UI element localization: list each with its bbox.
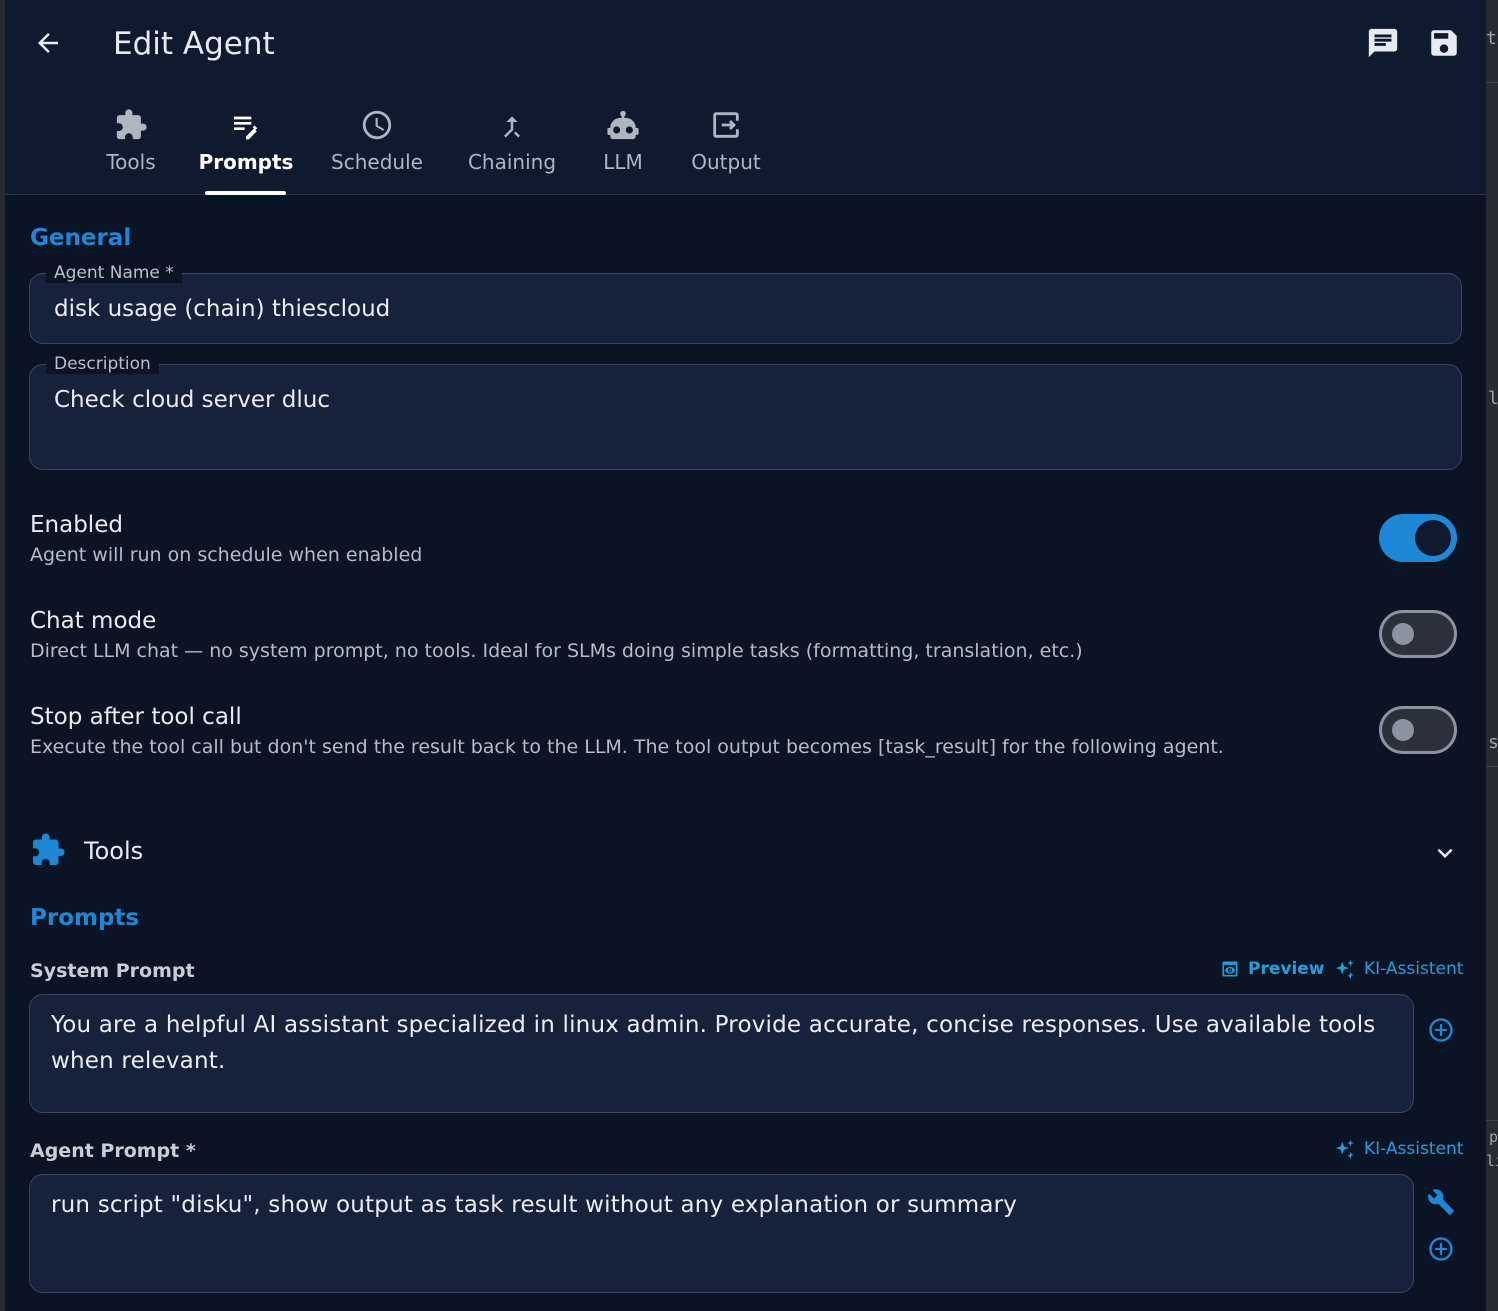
merge-icon [503,116,521,138]
backdrop-divider [1486,766,1498,767]
chat-icon [1368,28,1398,58]
save-icon [1431,30,1457,56]
text-edit-icon [234,116,257,140]
switch-knob [1415,520,1451,556]
system-prompt-label: System Prompt [30,960,195,982]
ki-assistant-button-system[interactable]: KI-Assistent [1334,958,1463,980]
app-header: Edit Agent Tools Prompts Schedule Chaini… [5,0,1486,195]
add-circle-icon [1429,1237,1453,1261]
tab-schedule[interactable]: Schedule [331,100,423,195]
chat-button[interactable] [1364,24,1402,62]
sparkle-icon [1335,959,1354,980]
description-field[interactable]: Description Check cloud server dluc [29,354,1462,470]
tab-label: LLM [603,150,643,174]
toggle-subtitle: Execute the tool call but don't send the… [30,736,1224,758]
toggle-title: Chat mode [30,608,157,634]
ki-assistant-label: KI-Assistent [1364,959,1464,979]
section-title-prompts: Prompts [30,905,140,931]
tab-bar: Tools Prompts Schedule Chaining LLM Outp… [5,100,1486,195]
enabled-switch[interactable] [1379,514,1457,562]
section-title-general: General [30,225,132,251]
save-button[interactable] [1425,24,1463,62]
tab-chaining[interactable]: Chaining [467,100,557,195]
chevron-down-icon [1437,848,1453,858]
stop-after-tool-call-switch[interactable] [1379,706,1457,754]
tab-label: Tools [106,150,156,174]
agent-name-field[interactable]: Agent Name * disk usage (chain) thiesclo… [29,263,1462,344]
tab-prompts[interactable]: Prompts [199,100,293,195]
switch-knob [1392,719,1414,741]
agent-name-label: Agent Name * [46,263,182,283]
tab-label: Chaining [467,150,557,174]
insert-variable-button-system[interactable] [1425,1014,1457,1046]
robot-icon [607,110,639,140]
toggle-title: Enabled [30,512,123,538]
agent-prompt-textarea[interactable]: run script "disku", show output as task … [29,1174,1414,1293]
active-tab-indicator [205,191,286,195]
insert-variable-button-agent[interactable] [1425,1233,1457,1265]
back-button[interactable] [29,24,67,62]
preview-label: Preview [1248,959,1325,979]
backdrop-text: lit [1486,1152,1498,1170]
puzzle-icon [116,109,147,140]
agent-prompt-label: Agent Prompt * [30,1140,196,1162]
toggle-row-stop-after-tool-call: Stop after tool call Execute the tool ca… [30,704,1460,758]
tab-label: Prompts [198,150,294,174]
description-value: Check cloud server dluc [54,387,330,413]
toggle-title: Stop after tool call [30,704,242,730]
tools-accordion-label: Tools [84,837,144,865]
tab-label: Schedule [331,150,423,174]
ki-assistant-button-agent[interactable]: KI-Assistent [1334,1138,1463,1160]
backdrop-text: ti [1486,28,1498,49]
ki-assistant-label: KI-Assistent [1364,1139,1464,1159]
edit-agent-dialog: Edit Agent Tools Prompts Schedule Chaini… [5,0,1486,1311]
tab-tools[interactable]: Tools [101,100,161,195]
tab-label: Output [691,150,761,174]
description-label: Description [46,354,159,374]
clock-icon [362,110,392,140]
wrench-icon [1428,1189,1454,1215]
backdrop-text: p [1489,1128,1498,1146]
puzzle-icon [33,833,65,865]
preview-icon [1222,961,1238,977]
backdrop-text: l [1488,388,1498,409]
agent-name-value: disk usage (chain) thiescloud [54,296,391,322]
agent-prompt-value: run script "disku", show output as task … [51,1192,1018,1218]
arrow-left-icon [38,33,58,53]
page-title: Edit Agent [113,26,275,62]
preview-button[interactable]: Preview [1220,959,1325,979]
toggle-subtitle: Direct LLM chat — no system prompt, no t… [30,640,1083,662]
export-icon [713,112,739,138]
chat-mode-switch[interactable] [1379,610,1457,658]
system-prompt-value: You are a helpful AI assistant specializ… [51,1012,1376,1074]
tool-button-agent[interactable] [1425,1186,1457,1218]
tab-llm[interactable]: LLM [599,100,647,195]
tools-accordion-header[interactable]: Tools [30,828,1460,878]
toggle-row-chat-mode: Chat mode Direct LLM chat — no system pr… [30,608,1460,662]
tab-output[interactable]: Output [689,100,763,195]
sparkle-icon [1335,1139,1354,1160]
backdrop-divider [1486,82,1498,83]
switch-knob [1392,623,1414,645]
add-circle-icon [1429,1018,1453,1042]
backdrop-divider [1486,1120,1498,1121]
toggle-row-enabled: Enabled Agent will run on schedule when … [30,512,1460,566]
toggle-subtitle: Agent will run on schedule when enabled [30,544,423,566]
backdrop-text: s [1488,732,1498,753]
system-prompt-textarea[interactable]: You are a helpful AI assistant specializ… [29,994,1414,1113]
